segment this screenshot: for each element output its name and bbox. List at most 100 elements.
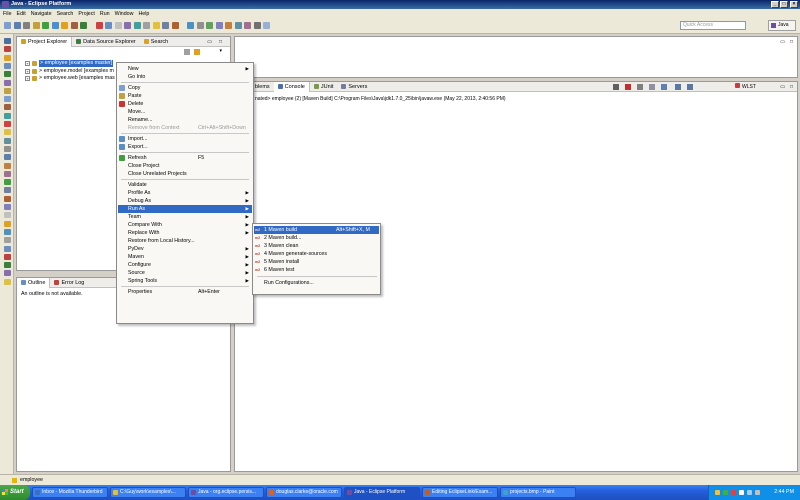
trim-view-icon[interactable]	[4, 170, 11, 177]
menu-item-rename[interactable]: Rename...	[118, 116, 252, 124]
toolbar-button-icon[interactable]	[133, 22, 141, 29]
tab-outline[interactable]: Outline	[17, 277, 51, 288]
collapse-all-icon[interactable]	[184, 49, 190, 55]
toolbar-button-icon[interactable]	[152, 22, 160, 29]
trim-view-icon[interactable]	[4, 187, 11, 194]
menu-item-properties[interactable]: Properties Alt+Enter	[118, 288, 252, 296]
submenu-item-run-configurations[interactable]: Run Configurations...	[254, 279, 379, 287]
scroll-lock-icon[interactable]	[649, 84, 655, 90]
menu-item-refresh[interactable]: Refresh F5	[118, 154, 252, 162]
trim-view-icon[interactable]	[4, 228, 11, 235]
expand-icon[interactable]: +	[25, 68, 30, 74]
trim-view-icon[interactable]	[4, 137, 11, 144]
toolbar-button-icon[interactable]	[4, 22, 11, 29]
toolbar-button-icon[interactable]	[13, 22, 21, 29]
tab-project-explorer[interactable]: Project Explorer	[17, 36, 73, 47]
trim-view-icon[interactable]	[4, 270, 11, 277]
menu-window[interactable]: Window	[115, 11, 134, 17]
tray-icon[interactable]	[739, 490, 744, 495]
toolbar-button-icon[interactable]	[215, 22, 223, 29]
menu-item-copy[interactable]: Copy	[118, 84, 252, 92]
toolbar-button-icon[interactable]	[171, 22, 179, 29]
tab-servers[interactable]: Servers	[337, 82, 371, 92]
tab-search[interactable]: Search	[140, 37, 172, 47]
submenu-item-6-maven-test[interactable]: m2 6 Maven test	[254, 266, 379, 274]
start-button[interactable]: Start	[0, 485, 30, 500]
menu-item-run-as[interactable]: Run As ▶	[118, 205, 252, 213]
taskbar-button[interactable]: Java - Eclipse Platform	[344, 487, 420, 498]
trim-view-icon[interactable]	[4, 154, 11, 161]
menu-search[interactable]: Search	[57, 11, 74, 17]
maximize-editor-icon[interactable]: □	[790, 39, 793, 45]
menu-project[interactable]: Project	[78, 11, 95, 17]
submenu-item-3-maven-clean[interactable]: m2 3 Maven clean	[254, 242, 379, 250]
trim-view-icon[interactable]	[4, 195, 11, 202]
toolbar-button-icon[interactable]	[263, 22, 270, 29]
trim-view-icon[interactable]	[4, 104, 11, 111]
menu-item-move[interactable]: Move...	[118, 108, 252, 116]
taskbar-button[interactable]: Java - org.eclipse.persis...	[188, 487, 264, 498]
toolbar-button-icon[interactable]	[206, 22, 213, 29]
toolbar-button-icon[interactable]	[114, 22, 122, 29]
close-button[interactable]: ×	[790, 1, 798, 8]
taskbar-button[interactable]: Inbox - Mozilla Thunderbird	[32, 487, 108, 498]
menu-run[interactable]: Run	[100, 11, 110, 17]
menu-item-paste[interactable]: Paste	[118, 92, 252, 100]
toolbar-button-icon[interactable]	[225, 22, 232, 29]
menu-item-delete[interactable]: Delete	[118, 100, 252, 108]
tab-data-source-explorer[interactable]: Data Source Explorer	[72, 37, 140, 47]
tray-icon[interactable]	[731, 490, 736, 495]
maximize-view-icon[interactable]: □	[790, 82, 793, 92]
taskbar-button[interactable]: douglas.clarke@oracle.com	[266, 487, 342, 498]
tree-item[interactable]: + > employee [examples master]	[25, 60, 114, 67]
trim-view-icon[interactable]	[4, 237, 11, 244]
menu-item-source[interactable]: Source ▶	[118, 269, 252, 277]
menu-item-import[interactable]: Import...	[118, 135, 252, 143]
menu-item-new[interactable]: New ▶	[118, 65, 252, 73]
maximize-view-icon[interactable]: □	[219, 39, 222, 45]
trim-view-icon[interactable]	[4, 145, 11, 152]
menu-item-validate[interactable]: Validate	[118, 181, 252, 189]
tray-icon[interactable]	[747, 490, 752, 495]
trim-view-icon[interactable]	[4, 253, 11, 260]
menu-navigate[interactable]: Navigate	[31, 11, 52, 17]
tab-console[interactable]: Console	[273, 81, 310, 92]
trim-view-icon[interactable]	[4, 204, 11, 210]
menu-edit[interactable]: Edit	[17, 11, 26, 17]
trim-view-icon[interactable]	[4, 179, 11, 186]
submenu-item-2-maven-build[interactable]: m2 2 Maven build...	[254, 234, 379, 242]
trim-view-icon[interactable]	[4, 129, 11, 136]
toolbar-button-icon[interactable]	[80, 22, 87, 29]
tree-item[interactable]: + > employee.web [examples mas	[25, 75, 115, 82]
minimize-view-icon[interactable]: ▭	[780, 82, 785, 92]
toolbar-button-icon[interactable]	[162, 22, 169, 29]
trim-view-icon[interactable]	[4, 162, 11, 169]
tab-junit[interactable]: JUnit	[310, 82, 338, 92]
menu-item-team[interactable]: Team ▶	[118, 213, 252, 221]
toolbar-button-icon[interactable]	[95, 22, 103, 29]
trim-view-icon[interactable]	[4, 245, 11, 252]
minimize-view-icon[interactable]: ▭	[207, 39, 212, 45]
taskbar-button[interactable]: projects.bmp - Paint	[500, 487, 576, 498]
menu-item-close-unrelated-projects[interactable]: Close Unrelated Projects	[118, 170, 252, 178]
menu-item-export[interactable]: Export...	[118, 143, 252, 151]
toolbar-button-icon[interactable]	[70, 22, 78, 29]
wlst-button[interactable]: WLST	[735, 82, 756, 92]
remove-launch-icon[interactable]	[637, 84, 643, 90]
toolbar-button-icon[interactable]	[61, 22, 68, 29]
menu-help[interactable]: Help	[138, 11, 149, 17]
quick-access-input[interactable]: Quick Access	[680, 21, 746, 30]
pin-console-icon[interactable]	[687, 84, 693, 90]
tree-item[interactable]: + > employee.model [examples m	[25, 68, 114, 75]
menu-item-debug-as[interactable]: Debug As ▶	[118, 197, 252, 205]
menu-item-pydev[interactable]: PyDev ▶	[118, 245, 252, 253]
toolbar-button-icon[interactable]	[23, 22, 30, 29]
menu-item-maven[interactable]: Maven ▶	[118, 253, 252, 261]
minimize-editor-icon[interactable]: ▭	[780, 39, 785, 45]
toolbar-button-icon[interactable]	[196, 22, 204, 29]
minimize-button[interactable]: _	[771, 1, 779, 8]
menu-item-close-project[interactable]: Close Project	[118, 162, 252, 170]
trim-view-icon[interactable]	[4, 54, 11, 61]
toolbar-button-icon[interactable]	[105, 22, 112, 29]
trim-view-icon[interactable]	[4, 79, 11, 86]
